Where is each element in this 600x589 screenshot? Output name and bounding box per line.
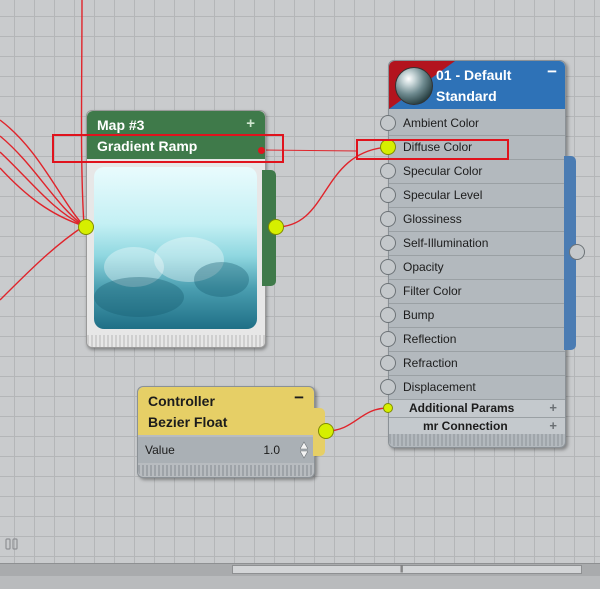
slot-label: Glossiness bbox=[403, 212, 462, 226]
slot-socket[interactable] bbox=[380, 331, 396, 347]
slot-socket[interactable] bbox=[380, 307, 396, 323]
slot-opacity[interactable]: Opacity bbox=[380, 256, 565, 280]
material-title: 01 - Default bbox=[436, 67, 512, 83]
controller-title: Controller bbox=[148, 393, 215, 409]
material-preview-sphere bbox=[395, 67, 433, 105]
scrollbar-grip-icon: ||| bbox=[400, 566, 404, 573]
slot-specular-level[interactable]: Specular Level bbox=[380, 184, 565, 208]
map-node-title: Map #3 bbox=[97, 117, 145, 133]
slot-label: Bump bbox=[403, 308, 435, 322]
controller-type: Bezier Float bbox=[148, 414, 228, 430]
rollout-socket-connected[interactable] bbox=[383, 403, 393, 413]
slot-displacement[interactable]: Displacement bbox=[380, 376, 565, 400]
material-type: Standard bbox=[436, 88, 497, 104]
value-label: Value bbox=[145, 443, 175, 457]
slot-reflection[interactable]: Reflection bbox=[380, 328, 565, 352]
slot-socket[interactable] bbox=[380, 379, 396, 395]
wire-top-1 bbox=[80, 0, 85, 227]
scrollbar-thumb[interactable] bbox=[232, 565, 582, 574]
slot-refraction[interactable]: Refraction bbox=[380, 352, 565, 376]
slot-label: Refraction bbox=[403, 356, 458, 370]
slot-label: Ambient Color bbox=[403, 116, 480, 130]
slot-socket[interactable] bbox=[380, 187, 396, 203]
material-node-resize-grip[interactable] bbox=[389, 434, 565, 446]
slot-bump[interactable]: Bump bbox=[380, 304, 565, 328]
slot-filter-color[interactable]: Filter Color bbox=[380, 280, 565, 304]
slot-label: Filter Color bbox=[403, 284, 462, 298]
slot-label: Self-Illumination bbox=[403, 236, 489, 250]
gradient-ramp-preview bbox=[94, 167, 257, 329]
slot-label: Opacity bbox=[403, 260, 444, 274]
rollout-label: Additional Params bbox=[409, 401, 515, 415]
horizontal-scrollbar[interactable]: ||| bbox=[0, 563, 600, 576]
slot-socket[interactable] bbox=[380, 115, 396, 131]
slot-label: Reflection bbox=[403, 332, 457, 346]
expand-icon[interactable]: + bbox=[549, 418, 557, 433]
standard-material-node[interactable]: 01 - Default Standard − Ambient Color Di… bbox=[380, 60, 566, 448]
slot-socket[interactable] bbox=[380, 259, 396, 275]
rollout-additional-params[interactable]: Additional Params + bbox=[383, 400, 565, 418]
controller-value-row[interactable]: Value 1.0 bbox=[138, 437, 314, 463]
slot-label: Displacement bbox=[403, 380, 476, 394]
slot-self-illumination[interactable]: Self-Illumination bbox=[380, 232, 565, 256]
slot-socket[interactable] bbox=[380, 211, 396, 227]
expand-icon[interactable]: + bbox=[549, 400, 557, 415]
value-spinner-icon[interactable] bbox=[300, 441, 308, 459]
rollout-label: mr Connection bbox=[423, 419, 508, 433]
controller-header[interactable]: Controller Bezier Float − bbox=[138, 387, 314, 435]
wire-controller-to-params bbox=[325, 407, 389, 432]
controller-output-socket[interactable] bbox=[318, 423, 334, 439]
slot-socket[interactable] bbox=[380, 163, 396, 179]
map-node-resize-grip[interactable] bbox=[87, 335, 265, 347]
map-output-socket[interactable] bbox=[268, 219, 284, 235]
value-field[interactable]: 1.0 bbox=[263, 443, 280, 457]
slot-label: Specular Level bbox=[403, 188, 483, 202]
material-output-socket[interactable] bbox=[569, 244, 585, 260]
highlight-link-dot bbox=[258, 147, 265, 154]
slot-socket[interactable] bbox=[380, 283, 396, 299]
map-input-socket[interactable] bbox=[78, 219, 94, 235]
collapse-icon[interactable]: − bbox=[547, 62, 557, 82]
highlight-box-gradient-ramp bbox=[52, 134, 284, 163]
wire-left-4 bbox=[0, 167, 85, 227]
slot-glossiness[interactable]: Glossiness bbox=[380, 208, 565, 232]
collapse-icon[interactable]: − bbox=[294, 388, 304, 408]
slot-socket[interactable] bbox=[380, 355, 396, 371]
slot-label: Specular Color bbox=[403, 164, 483, 178]
standard-material-header[interactable]: 01 - Default Standard − bbox=[389, 61, 565, 109]
expand-icon[interactable]: + bbox=[246, 115, 255, 132]
bezier-float-controller-node[interactable]: Controller Bezier Float − Value 1.0 bbox=[137, 386, 315, 478]
status-strip bbox=[0, 576, 600, 589]
slot-ambient-color[interactable]: Ambient Color bbox=[380, 112, 565, 136]
navigator-icon[interactable] bbox=[5, 538, 19, 550]
wire-left-5 bbox=[0, 225, 85, 301]
highlight-box-diffuse-color bbox=[356, 139, 509, 160]
slot-socket[interactable] bbox=[380, 235, 396, 251]
slot-specular-color[interactable]: Specular Color bbox=[380, 160, 565, 184]
controller-resize-grip[interactable] bbox=[138, 465, 314, 476]
